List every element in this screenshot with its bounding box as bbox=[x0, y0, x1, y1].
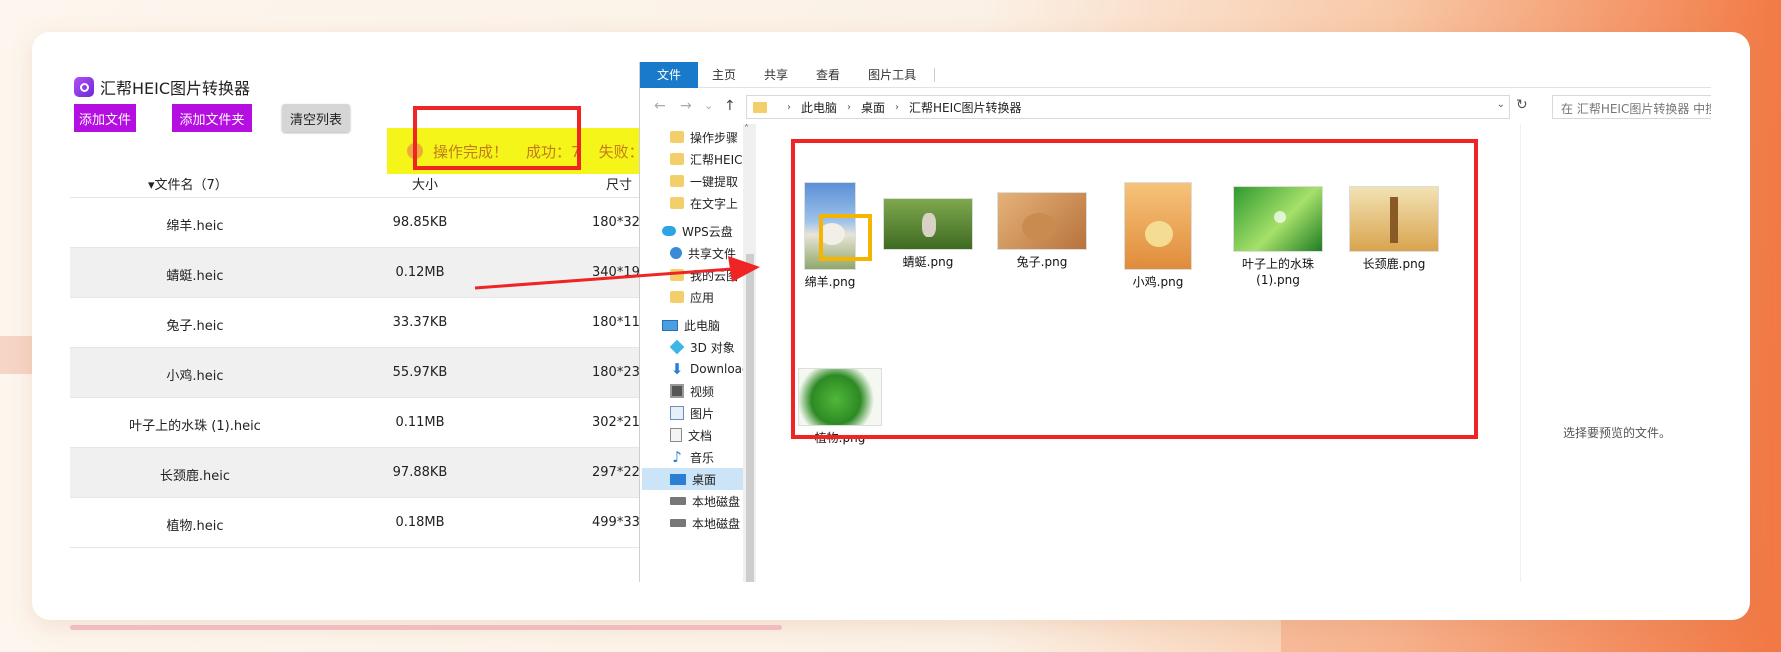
add-file-button[interactable]: 添加文件 bbox=[74, 104, 136, 132]
row-dimensions: 180*238 bbox=[592, 365, 642, 380]
tab-home[interactable]: 主页 bbox=[698, 62, 750, 88]
up-arrow-icon[interactable]: ↑ bbox=[724, 98, 736, 114]
row-dimensions: 180*119 bbox=[592, 315, 642, 330]
row-name: 植物.heic bbox=[166, 519, 224, 534]
horizontal-scrollbar[interactable] bbox=[70, 625, 782, 630]
ribbon-divider bbox=[934, 67, 936, 82]
annotation-arrow bbox=[474, 256, 760, 290]
folder-icon bbox=[670, 197, 684, 209]
row-dimensions: 302*216 bbox=[592, 415, 642, 430]
table-row[interactable]: 植物.heic 0.18MB 499*333 bbox=[70, 498, 642, 548]
highlight-output-files-box bbox=[791, 139, 1478, 439]
music-icon: ♪ bbox=[672, 447, 682, 466]
header-dimensions[interactable]: 尺寸 bbox=[606, 174, 632, 193]
recent-locations-icon[interactable]: ⌄ bbox=[704, 99, 713, 112]
nav-item-selected[interactable]: 桌面 bbox=[642, 468, 756, 490]
app-logo-icon bbox=[74, 77, 94, 97]
folder-icon bbox=[670, 131, 684, 143]
app-title: 汇帮HEIC图片转换器 bbox=[100, 79, 251, 98]
row-size: 97.88KB bbox=[392, 465, 448, 480]
header-name[interactable]: ▾文件名（7） bbox=[148, 174, 228, 193]
row-size: 98.85KB bbox=[392, 215, 448, 230]
table-row[interactable]: 绵羊.heic 98.85KB 180*321 bbox=[70, 198, 642, 248]
background-band bbox=[0, 336, 36, 374]
picture-icon bbox=[670, 406, 684, 420]
row-name: 长颈鹿.heic bbox=[159, 469, 231, 484]
row-size: 0.18MB bbox=[395, 515, 445, 530]
highlight-file-extension-box bbox=[819, 214, 872, 261]
document-icon bbox=[670, 428, 682, 442]
folder-icon bbox=[753, 101, 767, 113]
folder-icon bbox=[670, 153, 684, 165]
disk-icon bbox=[670, 519, 686, 527]
row-size: 0.11MB bbox=[395, 415, 445, 430]
video-icon bbox=[670, 384, 684, 398]
cloud-icon bbox=[662, 226, 676, 236]
chevron-right-icon: › bbox=[787, 101, 791, 113]
row-dimensions: 297*220 bbox=[592, 465, 642, 480]
tab-file[interactable]: 文件 bbox=[640, 62, 699, 88]
arrow-head bbox=[728, 256, 760, 282]
chevron-down-icon[interactable]: ⌄ bbox=[1497, 99, 1505, 110]
ribbon-tabs: 文件 主页 共享 查看 图片工具 bbox=[640, 62, 1711, 88]
disk-icon bbox=[670, 497, 686, 505]
preview-placeholder: 选择要预览的文件。 bbox=[1562, 426, 1671, 440]
arrow-line bbox=[474, 267, 733, 290]
cube-icon bbox=[670, 339, 685, 355]
back-arrow-icon[interactable]: ← bbox=[654, 98, 666, 114]
row-name: 小鸡.heic bbox=[166, 369, 224, 384]
preview-pane: 选择要预览的文件。 bbox=[1520, 124, 1711, 582]
app-title-bar: 汇帮HEIC图片转换器 bbox=[74, 76, 250, 98]
nav-item[interactable]: 此电脑 bbox=[662, 314, 756, 336]
nav-item[interactable]: WPS云盘 bbox=[662, 220, 756, 242]
row-name: 蜻蜓.heic bbox=[166, 269, 224, 284]
search-input[interactable]: 在 汇帮HEIC图片转换器 中搜 bbox=[1552, 95, 1711, 119]
row-name: 绵羊.heic bbox=[166, 219, 224, 234]
row-dimensions: 499*333 bbox=[592, 515, 642, 530]
row-dimensions: 180*321 bbox=[592, 215, 642, 230]
table-row[interactable]: 小鸡.heic 55.97KB 180*238 bbox=[70, 348, 642, 398]
breadcrumb-this-pc[interactable]: 此电脑 bbox=[801, 99, 837, 116]
header-size[interactable]: 大小 bbox=[412, 174, 438, 193]
forward-arrow-icon[interactable]: → bbox=[680, 98, 692, 114]
download-icon: ⬇ bbox=[670, 359, 684, 378]
navigation-bar: ← → ⌄ ↑ › 此电脑 › 桌面 › 汇帮HEIC图片转换器 ⌄ ↻ 在 汇… bbox=[640, 94, 1711, 120]
row-size: 55.97KB bbox=[392, 365, 448, 380]
row-name: 叶子上的水珠 (1).heic bbox=[129, 419, 261, 434]
row-size: 0.12MB bbox=[395, 265, 445, 280]
highlight-banner-box bbox=[413, 106, 581, 170]
add-folder-button[interactable]: 添加文件夹 bbox=[172, 104, 252, 132]
scroll-thumb[interactable] bbox=[746, 254, 754, 582]
desktop-icon bbox=[670, 473, 686, 485]
tab-share[interactable]: 共享 bbox=[750, 62, 802, 88]
table-row[interactable]: 叶子上的水珠 (1).heic 0.11MB 302*216 bbox=[70, 398, 642, 448]
navigation-pane: 操作步骤 汇帮HEIC 一键提取 在文字上 WPS云盘 共享文件 我的云图 应用… bbox=[640, 124, 756, 582]
computer-icon bbox=[662, 319, 678, 331]
breadcrumb-desktop[interactable]: 桌面 bbox=[861, 99, 885, 116]
banner-fail-count: 失败： bbox=[598, 142, 642, 161]
table-row[interactable]: 长颈鹿.heic 97.88KB 297*220 bbox=[70, 448, 642, 498]
refresh-icon[interactable]: ↻ bbox=[1516, 97, 1528, 113]
tab-picture-tools[interactable]: 图片工具 bbox=[854, 62, 930, 88]
row-name: 兔子.heic bbox=[166, 319, 224, 334]
folder-icon bbox=[670, 175, 684, 187]
nav-scrollbar[interactable]: ˄ bbox=[743, 124, 756, 582]
chevron-right-icon: › bbox=[847, 101, 852, 113]
address-bar[interactable]: › 此电脑 › 桌面 › 汇帮HEIC图片转换器 ⌄ bbox=[746, 95, 1510, 119]
scroll-up-icon[interactable]: ˄ bbox=[744, 124, 749, 135]
table-row[interactable]: 兔子.heic 33.37KB 180*119 bbox=[70, 298, 642, 348]
tab-view[interactable]: 查看 bbox=[802, 62, 854, 88]
chevron-right-icon: › bbox=[895, 101, 900, 113]
breadcrumb-current-folder[interactable]: 汇帮HEIC图片转换器 bbox=[909, 99, 1022, 116]
clear-list-button[interactable]: 清空列表 bbox=[282, 104, 350, 132]
row-size: 33.37KB bbox=[392, 315, 448, 330]
